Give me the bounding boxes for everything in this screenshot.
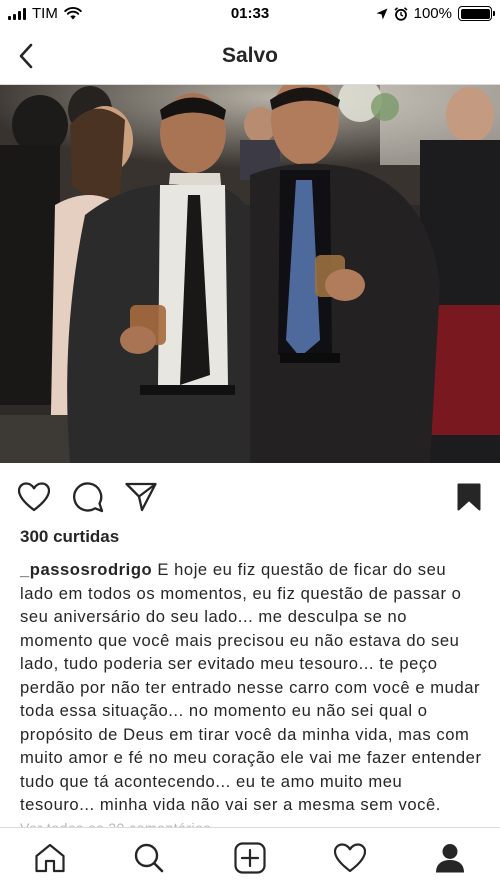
tab-profile[interactable] [432,840,468,876]
profile-icon [436,844,464,873]
post-photo[interactable] [0,85,500,463]
alarm-clock-icon [394,6,408,21]
caption-username[interactable]: _passosrodrigo [20,560,152,579]
tab-activity[interactable] [332,840,368,876]
share-icon [125,482,157,512]
status-bar: TIM 01:33 100% [0,0,500,28]
post-photo-image [0,85,500,463]
activity-heart-icon [334,843,366,873]
likes-count[interactable]: 300 curtidas [20,527,119,547]
status-right: 100% [376,5,495,22]
battery-percent: 100% [413,5,452,22]
share-button[interactable] [124,480,158,514]
post-actions [0,463,500,527]
nav-header: Salvo [0,28,500,85]
comment-icon [73,482,104,513]
tab-new-post[interactable] [232,840,268,876]
search-icon [134,843,164,873]
location-arrow-icon [376,8,388,19]
tab-search[interactable] [131,840,167,876]
save-bookmark-button[interactable] [452,480,486,514]
like-button[interactable] [17,480,51,514]
battery-fill [460,8,490,19]
home-icon [35,843,65,873]
page-title: Salvo [221,44,279,67]
new-post-icon [234,842,266,874]
post-caption: _passosrodrigo E hoje eu fiz questão de … [20,558,482,817]
bookmark-icon [457,483,481,511]
battery-icon [458,6,495,21]
heart-icon [18,482,50,512]
bottom-tab-bar [0,827,500,888]
tab-home[interactable] [32,840,68,876]
comment-button[interactable] [71,480,105,514]
caption-text: E hoje eu fiz questão de ficar do seu la… [20,560,482,814]
